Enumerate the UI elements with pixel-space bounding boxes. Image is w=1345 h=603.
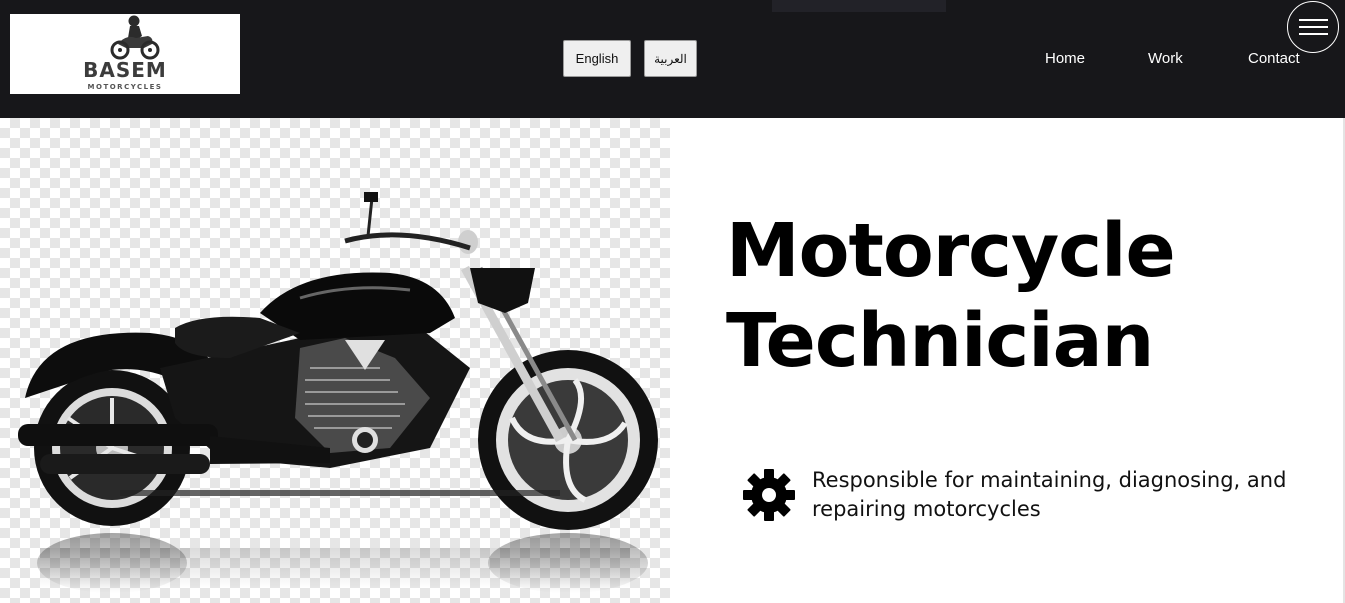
hero-title: Motorcycle Technician: [726, 206, 1176, 386]
menu-bar: [1299, 26, 1328, 28]
hamburger-menu-icon[interactable]: [1287, 1, 1339, 53]
nav-work-link[interactable]: Work: [1148, 50, 1183, 67]
language-arabic-button[interactable]: العربية: [644, 40, 697, 77]
top-strip: [772, 0, 946, 12]
nav-home-link[interactable]: Home: [1045, 50, 1085, 67]
site-header: BASEM MOTORCYCLES English العربية Home W…: [0, 0, 1345, 118]
duty-description: Responsible for maintaining, diagnosing,…: [812, 468, 1287, 521]
logo-subtitle: MOTORCYCLES: [87, 83, 163, 91]
menu-bar: [1299, 19, 1328, 21]
hero-title-line-2: Technician: [726, 298, 1154, 384]
gear-icon: [743, 469, 795, 521]
motorcycle-cruiser-photo: [0, 118, 670, 603]
menu-bar: [1299, 33, 1328, 35]
motorcycle-illustration: [18, 192, 658, 593]
language-english-button[interactable]: English: [563, 40, 631, 77]
site-logo[interactable]: BASEM MOTORCYCLES: [10, 14, 240, 94]
logo-title: BASEM: [83, 58, 167, 82]
motorcycle-rider-icon: [110, 15, 160, 60]
hero-title-line-1: Motorcycle: [726, 208, 1176, 294]
nav-contact-link[interactable]: Contact: [1248, 50, 1300, 67]
